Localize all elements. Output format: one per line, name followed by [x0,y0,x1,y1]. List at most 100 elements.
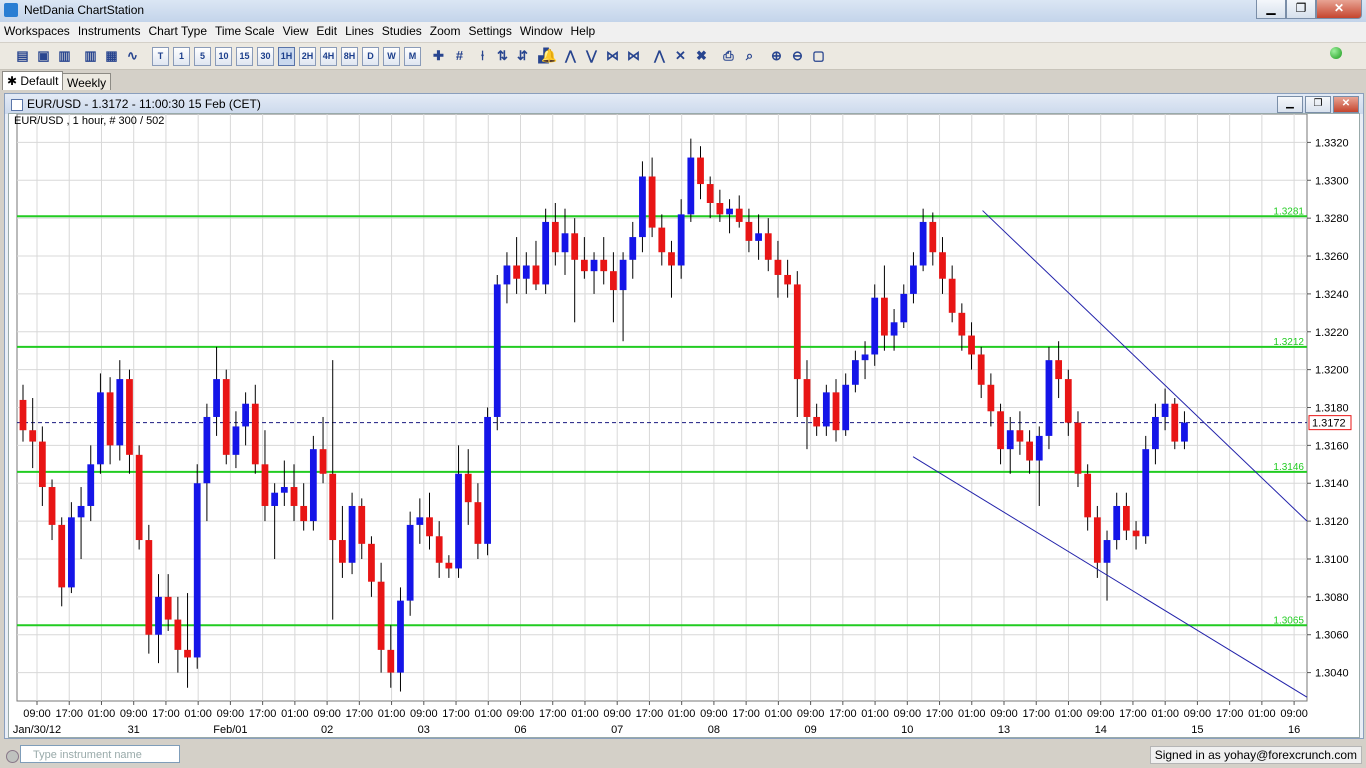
timeframe-5-button[interactable]: 5 [194,47,211,66]
tab-weekly[interactable]: Weekly [62,73,112,90]
x-tick-label: 01:00 [1248,708,1276,720]
candle-body [309,449,317,522]
chart-area[interactable]: 1.3320 1.3300 1.3280 1.3260 1.3240 1.3220 1.32… [8,113,1360,738]
timeframe-8h-button[interactable]: 8H [341,47,358,66]
chart-close-button[interactable]: ✕ [1333,96,1359,113]
candle-body [900,293,908,323]
trendline-icon[interactable]: ⋀ [562,47,579,64]
candlestick-icon[interactable]: ▥ [82,47,99,64]
fibonacci-icon[interactable]: ⋈ [604,47,621,64]
menu-workspaces[interactable]: Workspaces [0,22,74,42]
instrument-input[interactable]: Type instrument name [20,745,180,763]
candle-body [29,430,37,442]
candle-body [639,176,646,238]
candle-body [1093,517,1101,563]
zoom-reset-icon[interactable]: ▢ [810,47,827,64]
bar-chart-icon[interactable]: ▦ [103,47,120,64]
candle-body [19,399,27,431]
delete-line-icon[interactable]: ✕ [672,47,689,64]
cursor-icon[interactable]: ⍿ [474,47,491,64]
indicator-icon[interactable]: ⇵ [514,47,531,64]
chart-window-titlebar: EUR/USD - 1.3172 - 11:00:30 15 Feb (CET)… [5,94,1363,114]
line-chart-icon[interactable]: ∿ [124,47,141,64]
candle-body [997,411,1004,450]
timeframe-d-button[interactable]: D [362,47,379,66]
timeframe-m-button[interactable]: M [404,47,421,66]
timeframe-10-button[interactable]: 10 [215,47,232,66]
candle-body [1142,449,1150,537]
close-button[interactable]: ✕ [1316,0,1362,19]
candle-body [242,403,249,427]
chart-window-title: EUR/USD - 1.3172 - 11:00:30 15 Feb (CET) [27,97,261,111]
candle-body [1064,379,1072,423]
candle-body [358,505,366,544]
x-tick-label: 01:00 [1055,708,1083,720]
menu-help[interactable]: Help [567,22,600,42]
timeframe-15-button[interactable]: 15 [236,47,253,66]
minimize-button[interactable]: ▁ [1256,0,1286,19]
timeframe-1-button[interactable]: 1 [173,47,190,66]
candle-body [474,502,482,544]
maximize-button[interactable]: ❐ [1286,0,1316,19]
candle-body [890,322,898,336]
studies-icon[interactable]: ⇅ [494,47,511,64]
x-tick-label: 17:00 [442,708,470,720]
menu-zoom[interactable]: Zoom [426,22,465,42]
chart-restore-button[interactable]: ❐ [1305,96,1331,113]
menu-window[interactable]: Window [516,22,567,42]
menu-chart-type[interactable]: Chart Type [145,22,211,42]
current-price-label: 1.3172 [1312,418,1346,430]
candlestick-chart[interactable]: 1.3320 1.3300 1.3280 1.3260 1.3240 1.3220 1.32… [9,114,1359,737]
chart-minimize-button[interactable]: ▁ [1277,96,1303,113]
zoom-out-icon[interactable]: ⊖ [789,47,806,64]
menu-time-scale[interactable]: Time Scale [211,22,279,42]
candle-body [290,487,298,506]
x-date-label: 08 [708,724,720,736]
save-icon[interactable]: ▣ [35,47,52,64]
timeframe-t-button[interactable]: T [152,47,169,66]
menu-view[interactable]: View [279,22,313,42]
timeframe-30-button[interactable]: 30 [257,47,274,66]
menu-settings[interactable]: Settings [464,22,515,42]
print-preview-icon[interactable]: ⌕ [741,47,758,64]
menu-studies[interactable]: Studies [378,22,426,42]
candle-body [948,278,956,313]
menu-instruments[interactable]: Instruments [74,22,145,42]
crosshair-icon[interactable]: ✚ [430,47,447,64]
timeframe-1h-button[interactable]: 1H [278,47,295,66]
candle-body [455,473,462,569]
candle-body [1055,360,1063,380]
candle-body [668,252,675,266]
draw-icon[interactable]: ⋀ [651,47,668,64]
menu-lines[interactable]: Lines [341,22,378,42]
candle-body [213,379,220,417]
timeframe-w-button[interactable]: W [383,47,400,66]
y-tick-label: 1.3100 [1315,554,1349,566]
zoom-in-icon[interactable]: ⊕ [768,47,785,64]
x-tick-label: 17:00 [926,708,954,720]
alert-icon[interactable]: 🔔 [541,47,558,64]
save-all-icon[interactable]: ▥ [56,47,73,64]
x-tick-label: 17:00 [829,708,857,720]
candle-body [38,441,46,488]
x-tick-label: 09:00 [700,708,728,720]
channel-icon[interactable]: ⋁ [583,47,600,64]
y-tick-label: 1.3320 [1315,137,1349,149]
candle-body [1132,530,1140,537]
candle-body [551,221,559,253]
timeframe-2h-button[interactable]: 2H [299,47,316,66]
menu-edit[interactable]: Edit [312,22,341,42]
grid-icon[interactable]: # [451,47,468,64]
print-icon[interactable]: ⎙ [720,47,737,64]
candle-body [571,233,579,260]
candle-body [1171,403,1179,442]
new-workspace-icon[interactable]: ▤ [14,47,31,64]
delete-all-icon[interactable]: ✖ [693,47,710,64]
candle-body [193,483,201,658]
tab-default[interactable]: ✱ Default [2,71,64,90]
timeframe-4h-button[interactable]: 4H [320,47,337,66]
x-tick-label: 09:00 [894,708,922,720]
y-tick-label: 1.3120 [1315,516,1349,528]
candle-body [764,233,772,260]
gann-icon[interactable]: ⋈ [625,47,642,64]
